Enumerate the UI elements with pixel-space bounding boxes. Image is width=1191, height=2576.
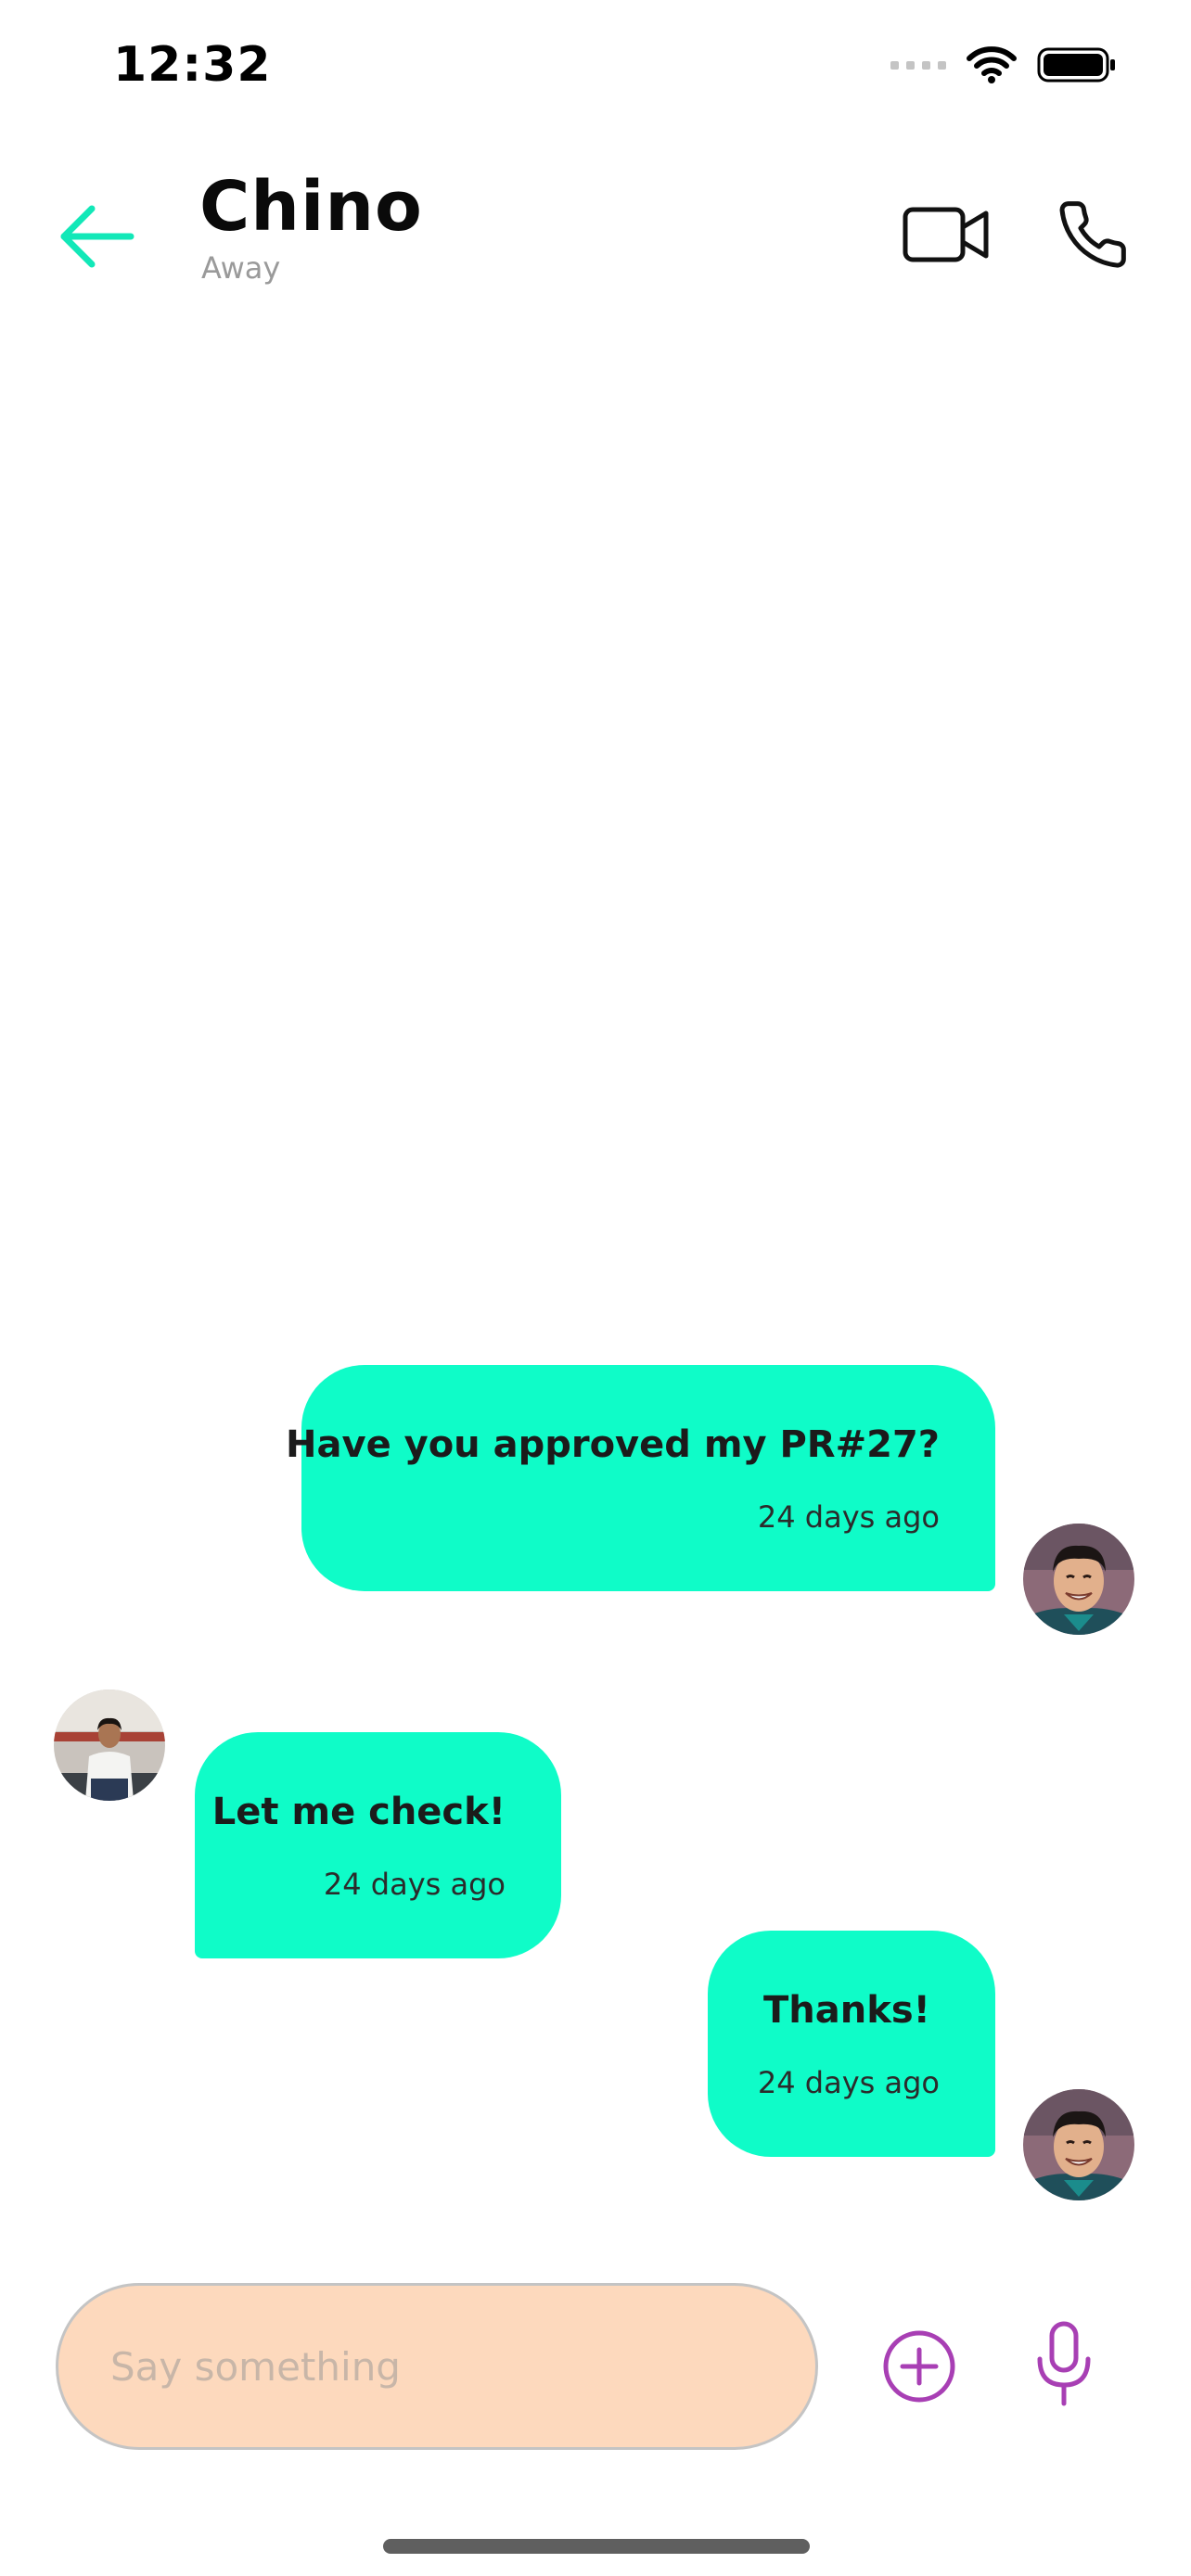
arrow-left-icon [60,205,134,268]
home-indicator[interactable] [383,2539,810,2554]
message-text: Have you approved my PR#27? [286,1423,940,1466]
message-text: Thanks! [763,1989,930,2032]
message-bubble-sent[interactable]: Thanks! 24 days ago [708,1931,995,2157]
battery-icon [1037,47,1115,83]
add-attachment-button[interactable] [877,2325,961,2408]
wifi-icon [967,46,1017,83]
plus-circle-icon [883,2330,955,2403]
status-time: 12:32 [113,37,272,93]
status-icons [890,46,1117,83]
microphone-icon [1037,2321,1091,2406]
message-text: Let me check! [211,1791,506,1833]
message-timestamp: 24 days ago [757,2065,940,2100]
voice-message-button[interactable] [1022,2318,1106,2411]
avatar [1023,1524,1134,1635]
message-bubble-received[interactable]: Let me check! 24 days ago [195,1732,561,1958]
chat-header: Chino Away [0,158,1191,315]
cellular-signal-icon [890,60,946,70]
message-timestamp: 24 days ago [323,1867,506,1902]
phone-icon [1059,201,1126,268]
message-timestamp: 24 days ago [757,1499,940,1535]
message-bubble-sent[interactable]: Have you approved my PR#27? 24 days ago [286,1365,995,1591]
contact-name: Chino [199,167,423,247]
video-call-button[interactable] [900,193,992,276]
video-camera-icon [903,207,989,262]
contact-status: Away [201,250,281,286]
avatar [54,1690,165,1801]
avatar [1023,2089,1134,2200]
back-button[interactable] [56,199,139,274]
message-composer [0,2272,1191,2457]
status-bar: 12:32 [0,0,1191,139]
message-input[interactable] [56,2283,818,2450]
voice-call-button[interactable] [1048,193,1136,276]
